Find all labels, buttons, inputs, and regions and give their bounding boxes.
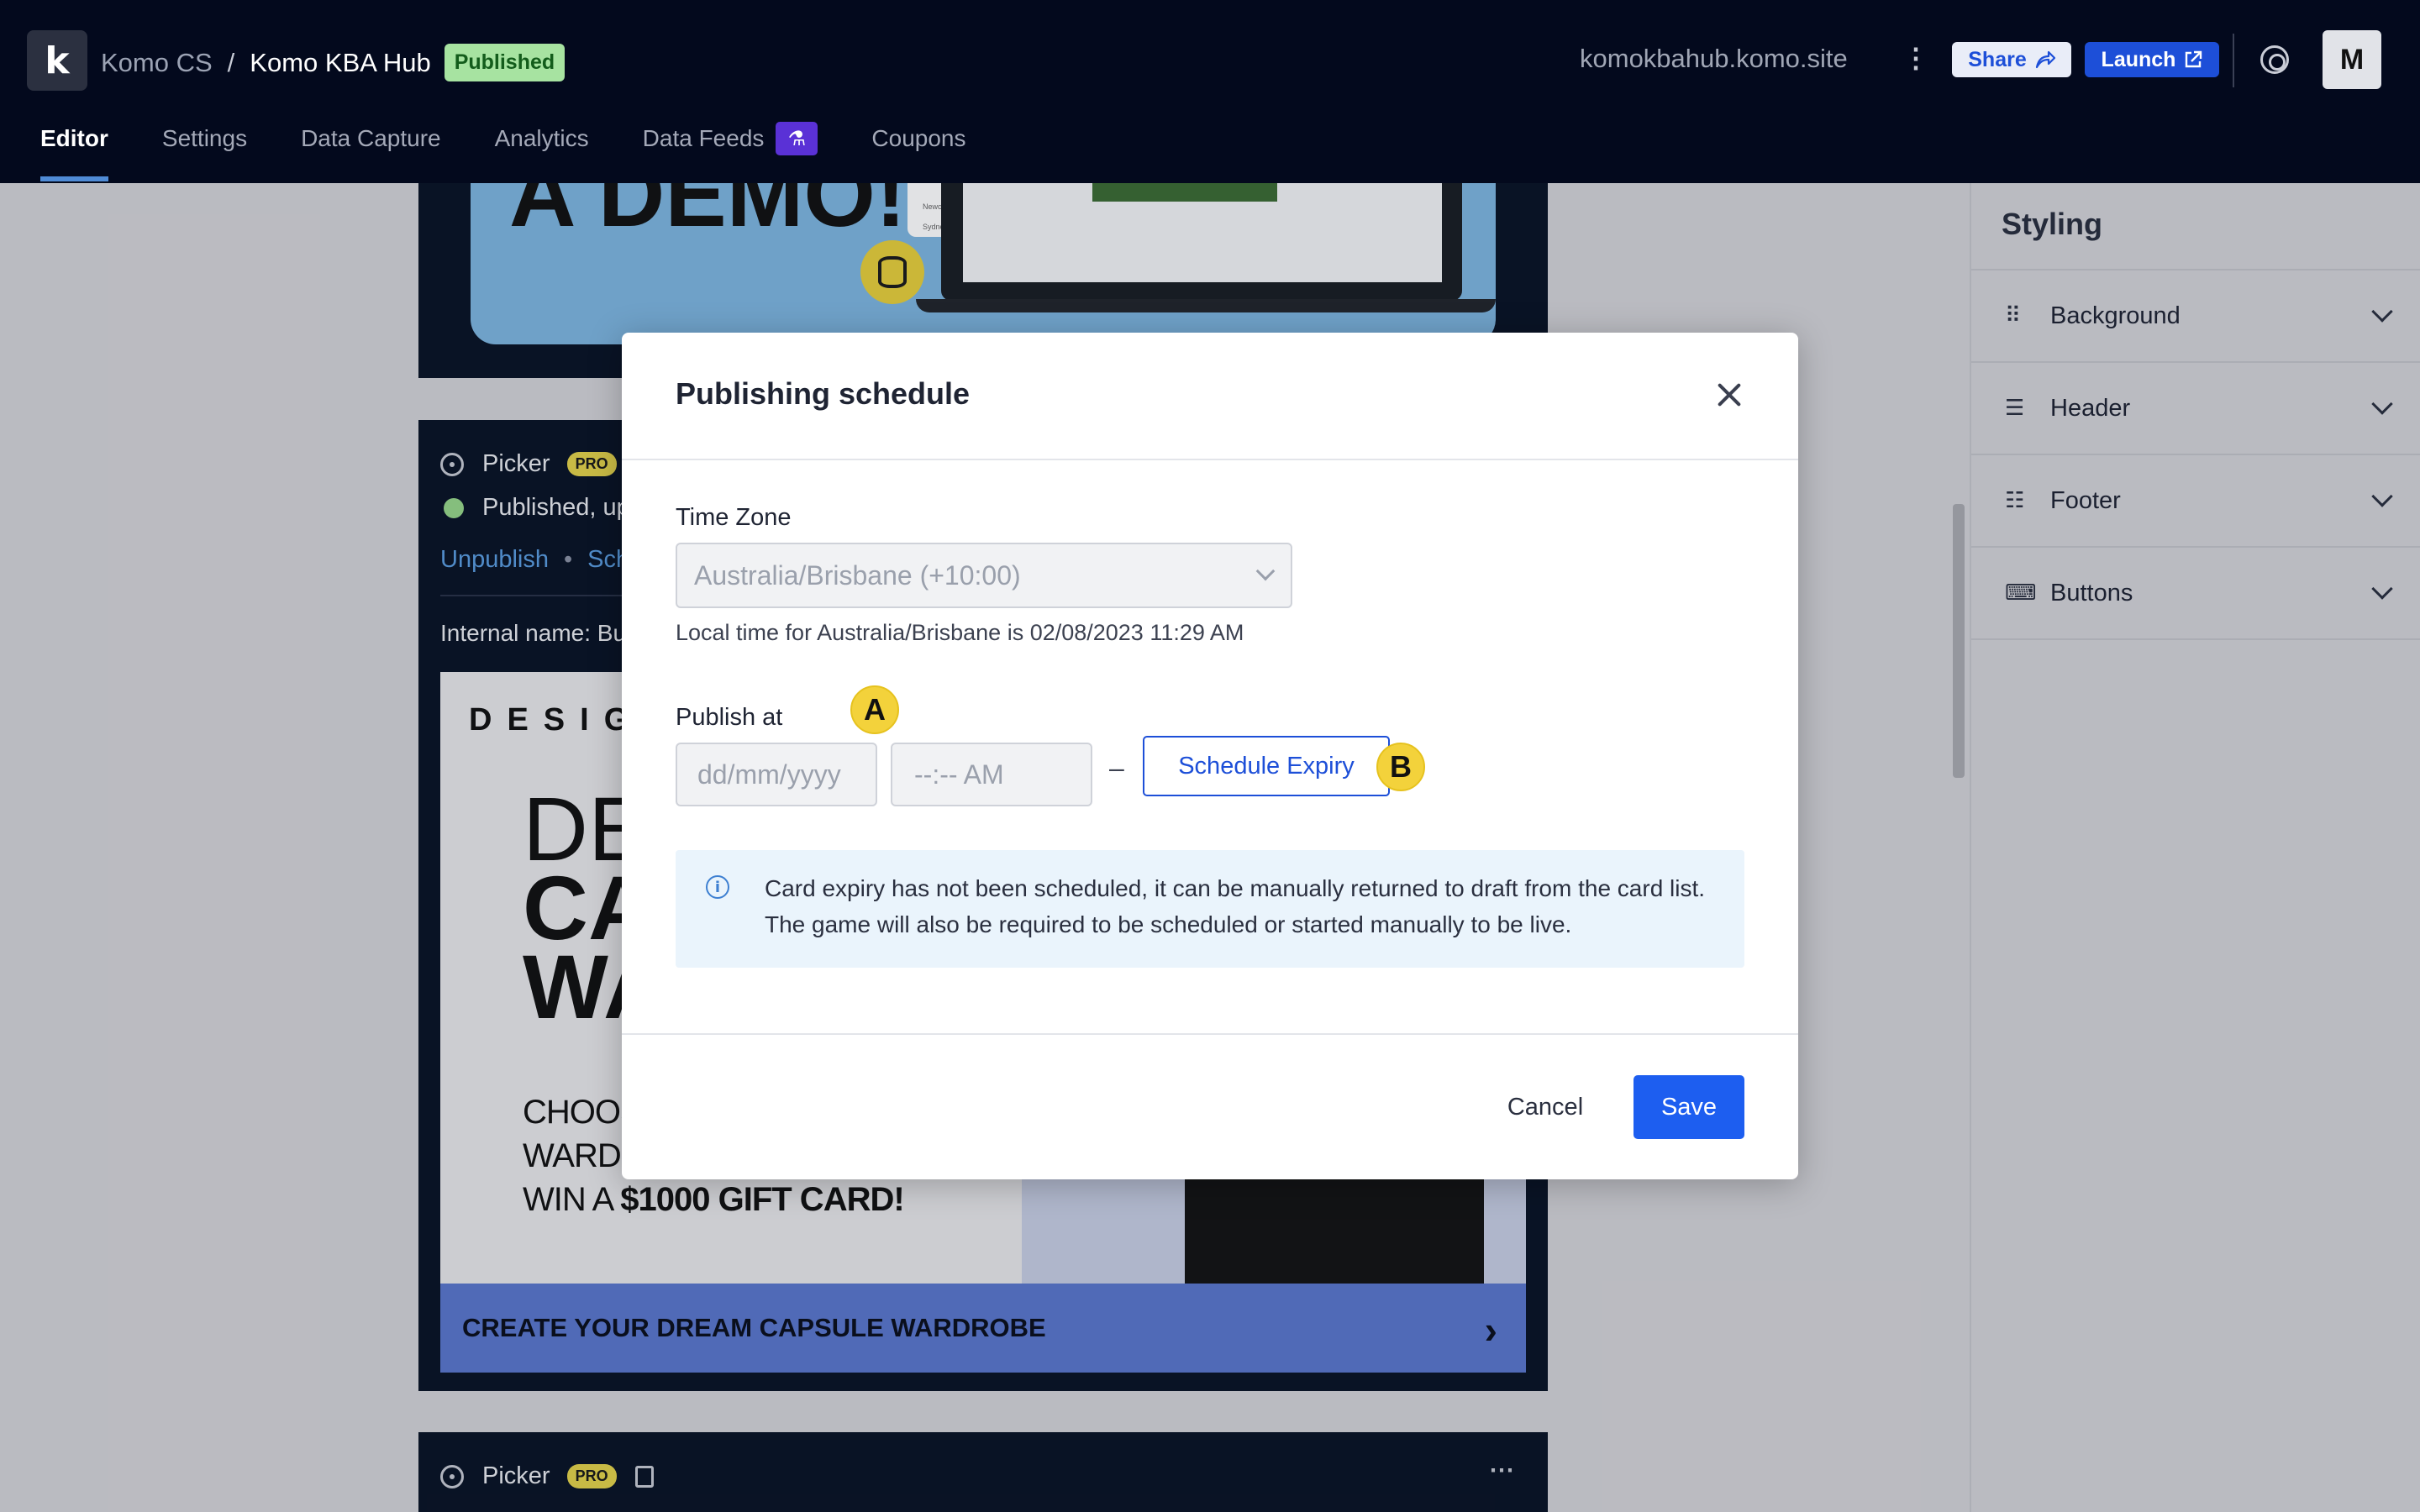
share-button-label: Share xyxy=(1968,47,2027,71)
timezone-value: Australia/Brisbane (+10:00) xyxy=(694,559,1021,591)
header-divider xyxy=(2233,34,2234,87)
annotation-marker-b: B xyxy=(1376,743,1425,791)
publishing-schedule-dialog: Publishing schedule Time Zone Australia/… xyxy=(622,333,1798,1179)
tab-data-capture[interactable]: Data Capture xyxy=(301,123,441,155)
dialog-divider xyxy=(622,1033,1798,1035)
tab-data-feeds-label: Data Feeds xyxy=(642,125,765,151)
launch-button[interactable]: Launch xyxy=(2085,42,2219,77)
help-lifebuoy-icon[interactable] xyxy=(2260,45,2289,74)
annotation-marker-a: A xyxy=(850,685,899,734)
breadcrumb: Komo CS / Komo KBA Hub Published xyxy=(101,44,566,81)
timezone-label: Time Zone xyxy=(676,504,792,531)
tab-analytics[interactable]: Analytics xyxy=(495,123,589,155)
expiry-info-text: Card expiry has not been scheduled, it c… xyxy=(765,875,1706,937)
tab-coupons[interactable]: Coupons xyxy=(871,123,965,155)
tab-editor[interactable]: Editor xyxy=(40,123,108,181)
komo-logo[interactable]: k xyxy=(27,30,87,91)
timezone-select[interactable]: Australia/Brisbane (+10:00) xyxy=(676,543,1292,608)
launch-button-label: Launch xyxy=(2101,47,2176,71)
share-button[interactable]: Share xyxy=(1952,42,2071,77)
timezone-help-text: Local time for Australia/Brisbane is 02/… xyxy=(676,620,1244,645)
breadcrumb-hub[interactable]: Komo KBA Hub xyxy=(250,48,430,78)
publish-date-input[interactable]: dd/mm/yyyy xyxy=(676,743,877,806)
cancel-button[interactable]: Cancel xyxy=(1499,1075,1591,1139)
tab-data-feeds[interactable]: Data Feeds ⚗ xyxy=(642,122,818,155)
top-bar: k Komo CS / Komo KBA Hub Published komok… xyxy=(0,0,2420,183)
dialog-divider xyxy=(622,459,1798,460)
save-button[interactable]: Save xyxy=(1634,1075,1744,1139)
schedule-expiry-button[interactable]: Schedule Expiry xyxy=(1143,736,1390,796)
share-arrow-icon xyxy=(2035,50,2055,69)
main-tabs: Editor Settings Data Capture Analytics D… xyxy=(40,122,1020,181)
expiry-info-box: i Card expiry has not been scheduled, it… xyxy=(676,850,1744,968)
status-badge: Published xyxy=(444,44,566,81)
avatar[interactable]: M xyxy=(2323,30,2381,89)
site-domain[interactable]: komokbahub.komo.site xyxy=(1580,44,1848,74)
dialog-title: Publishing schedule xyxy=(676,376,971,411)
external-link-icon xyxy=(2186,50,2202,68)
date-range-dash: – xyxy=(1109,753,1124,783)
more-options-icon[interactable]: ⋮ xyxy=(1902,42,1929,74)
close-icon[interactable] xyxy=(1712,378,1746,412)
flask-icon: ⚗ xyxy=(776,122,818,155)
breadcrumb-separator: / xyxy=(227,47,235,77)
publish-at-label: Publish at xyxy=(676,704,783,731)
breadcrumb-workspace[interactable]: Komo CS xyxy=(101,48,213,78)
info-icon: i xyxy=(706,875,729,899)
tab-settings[interactable]: Settings xyxy=(162,123,247,155)
publish-time-input[interactable]: --:-- AM xyxy=(891,743,1092,806)
chevron-down-icon xyxy=(1255,561,1276,581)
